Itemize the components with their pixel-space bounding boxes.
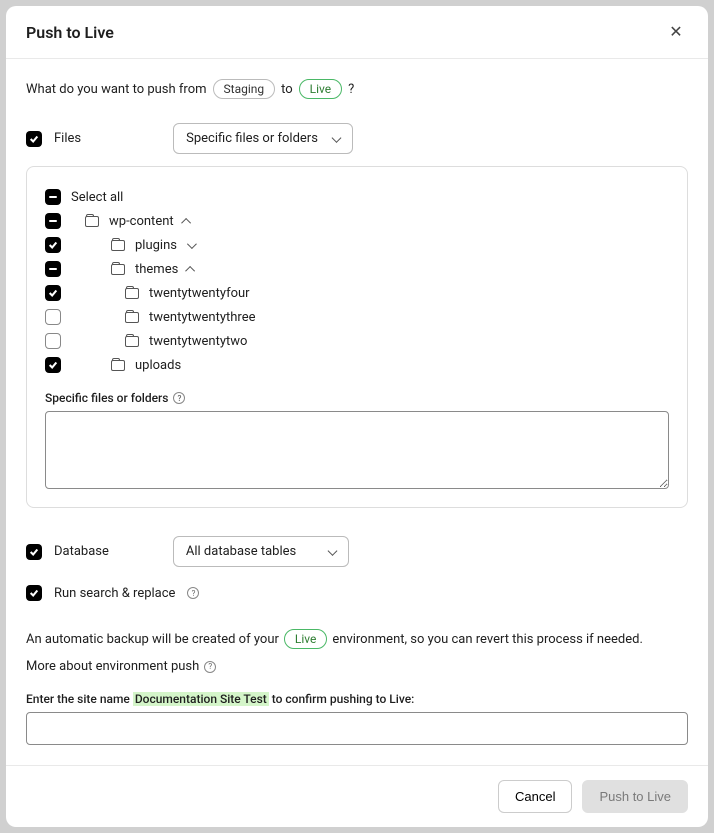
files-checkbox[interactable] [26, 131, 42, 147]
modal-footer: Cancel Push to Live [6, 765, 708, 827]
twentytwentyfour-checkbox[interactable] [45, 285, 61, 301]
backup-notice: An automatic backup will be created of y… [26, 629, 688, 649]
more-about-push-link[interactable]: More about environment push ? [26, 659, 688, 674]
chevron-up-icon[interactable] [185, 265, 195, 275]
twentytwentytwo-label: twentytwentytwo [149, 334, 247, 349]
chevron-down-icon[interactable] [187, 239, 197, 249]
live-pill: Live [284, 629, 327, 649]
database-select-value: All database tables [186, 544, 296, 559]
prompt-pre: What do you want to push from [26, 82, 207, 97]
database-select[interactable]: All database tables [173, 536, 349, 567]
files-row: Files Specific files or folders [26, 123, 688, 154]
twentytwentytwo-checkbox[interactable] [45, 333, 61, 349]
tree-themes: themes [45, 257, 669, 281]
files-panel: Select all wp-content plugins [26, 166, 688, 508]
chevron-up-icon[interactable] [181, 217, 191, 227]
files-label: Files [54, 131, 81, 146]
live-pill: Live [299, 79, 342, 99]
tree-plugins: plugins [45, 233, 669, 257]
folder-icon [111, 264, 125, 275]
database-row: Database All database tables [26, 536, 688, 567]
wp-content-checkbox[interactable] [45, 213, 61, 229]
push-prompt: What do you want to push from Staging to… [26, 79, 688, 99]
wp-content-label: wp-content [109, 214, 174, 229]
uploads-label: uploads [135, 358, 181, 373]
specific-files-textarea[interactable] [45, 411, 669, 489]
files-select[interactable]: Specific files or folders [173, 123, 353, 154]
prompt-q: ? [348, 82, 354, 97]
modal-header: Push to Live ✕ [6, 6, 708, 59]
close-button[interactable]: ✕ [664, 20, 688, 44]
cancel-button[interactable]: Cancel [498, 780, 572, 813]
folder-icon [111, 240, 125, 251]
folder-icon [85, 216, 99, 227]
themes-checkbox[interactable] [45, 261, 61, 277]
plugins-label: plugins [135, 238, 177, 253]
search-replace-checkbox[interactable] [26, 585, 42, 601]
search-replace-label: Run search & replace [54, 586, 175, 601]
confirm-label: Enter the site name Documentation Site T… [26, 692, 688, 706]
folder-icon [125, 336, 139, 347]
select-all-label: Select all [71, 190, 123, 205]
plugins-checkbox[interactable] [45, 237, 61, 253]
folder-icon [125, 312, 139, 323]
tree-twentytwentyfour: twentytwentyfour [45, 281, 669, 305]
tree-uploads: uploads [45, 353, 669, 377]
folder-icon [111, 360, 125, 371]
select-all-checkbox[interactable] [45, 189, 61, 205]
specific-files-label: Specific files or folders ? [45, 391, 669, 405]
push-to-live-modal: Push to Live ✕ What do you want to push … [6, 6, 708, 827]
twentytwentythree-checkbox[interactable] [45, 309, 61, 325]
staging-pill: Staging [213, 79, 276, 99]
prompt-mid: to [281, 82, 293, 97]
files-select-value: Specific files or folders [186, 131, 318, 146]
folder-icon [125, 288, 139, 299]
database-checkbox[interactable] [26, 544, 42, 560]
twentytwentythree-label: twentytwentythree [149, 310, 255, 325]
search-replace-row: Run search & replace ? [26, 585, 688, 601]
push-to-live-button[interactable]: Push to Live [582, 780, 688, 813]
confirm-site-name-input[interactable] [26, 712, 688, 745]
select-all-row: Select all [45, 185, 669, 209]
themes-label: themes [135, 262, 178, 277]
twentytwentyfour-label: twentytwentyfour [149, 286, 250, 301]
info-icon[interactable]: ? [173, 392, 185, 404]
close-icon: ✕ [669, 22, 682, 42]
tree-wp-content: wp-content [45, 209, 669, 233]
tree-twentytwentythree: twentytwentythree [45, 305, 669, 329]
site-name-highlight: Documentation Site Test [133, 692, 269, 706]
modal-body: What do you want to push from Staging to… [6, 59, 708, 765]
modal-title: Push to Live [26, 23, 114, 42]
uploads-checkbox[interactable] [45, 357, 61, 373]
info-icon[interactable]: ? [187, 587, 199, 599]
info-icon: ? [204, 661, 216, 673]
tree-twentytwentytwo: twentytwentytwo [45, 329, 669, 353]
database-label: Database [54, 544, 109, 559]
